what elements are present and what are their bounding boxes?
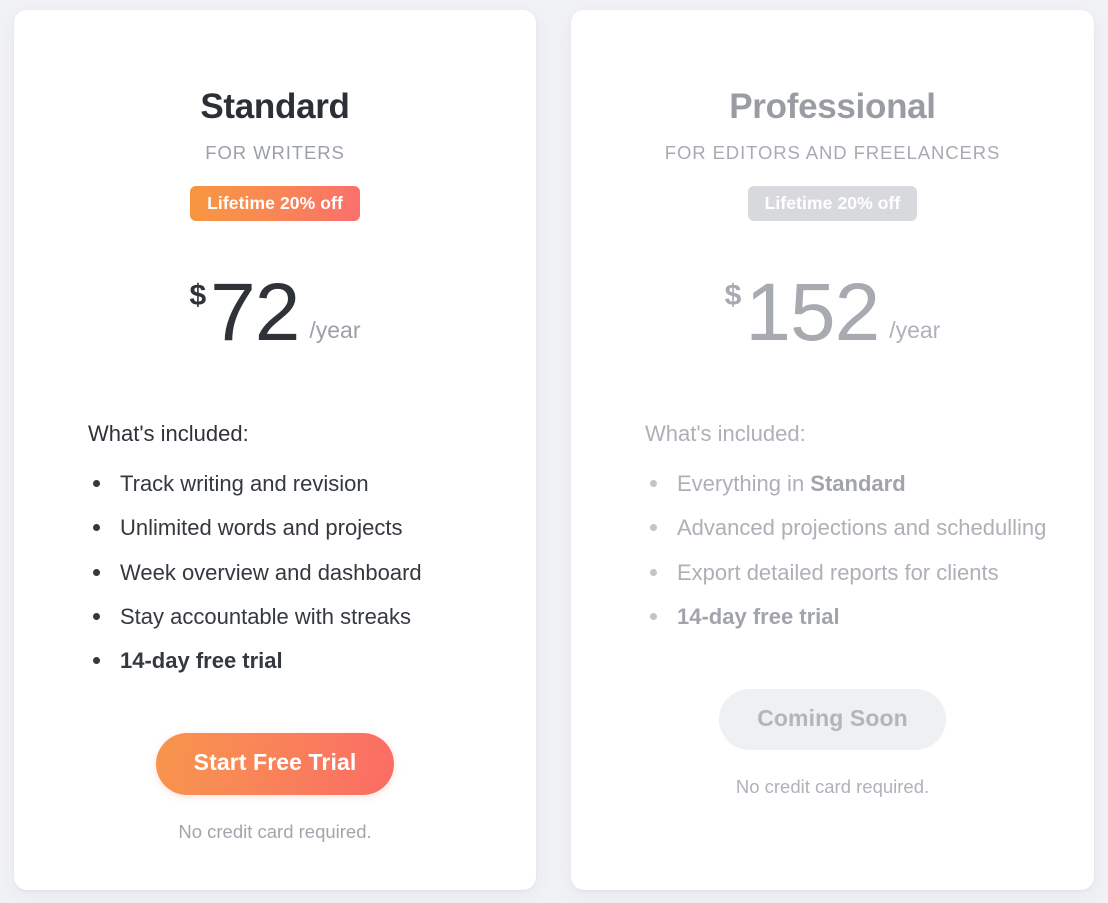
pricing-card-professional: Professional FOR EDITORS AND FREELANCERS…: [571, 10, 1094, 890]
feature-item: Track writing and revision: [88, 468, 490, 499]
cta-zone-standard: Start Free Trial No credit card required…: [14, 733, 536, 842]
feature-item-trial: 14-day free trial: [645, 601, 1047, 632]
discount-badge-standard: Lifetime 20% off: [190, 185, 360, 221]
pricing-plans-container: Standard FOR WRITERS Lifetime 20% off $ …: [0, 0, 1108, 903]
cta-note-standard: No credit card required.: [178, 820, 372, 842]
bullet-icon: [650, 480, 657, 488]
bullet-icon: [93, 657, 100, 665]
feature-item: Unlimited words and projects: [88, 512, 490, 543]
feature-text: Track writing and revision: [120, 471, 369, 497]
price-professional: $ 152 /year: [571, 253, 1094, 359]
price-currency-professional: $: [724, 278, 742, 312]
feature-text-emphasis: Standard: [810, 471, 906, 497]
bullet-icon: [650, 568, 657, 576]
feature-text: Export detailed reports for clients: [677, 559, 999, 585]
card-header-professional: Professional FOR EDITORS AND FREELANCERS…: [571, 10, 1094, 221]
plan-audience-standard: FOR WRITERS: [205, 141, 345, 163]
features-title-professional: What's included:: [645, 420, 806, 446]
plan-name-standard: Standard: [200, 87, 350, 126]
start-free-trial-button[interactable]: Start Free Trial: [155, 733, 395, 795]
feature-text: Everything in: [677, 471, 811, 497]
features-title-standard: What's included:: [88, 420, 249, 446]
bullet-icon: [93, 568, 100, 576]
price-period-professional: /year: [889, 316, 941, 343]
feature-item: Everything in Standard: [645, 468, 1047, 499]
feature-text: Week overview and dashboard: [120, 559, 422, 585]
feature-item: Advanced projections and schedulling: [645, 512, 1047, 543]
cta-zone-professional: Coming Soon No credit card required.: [571, 689, 1094, 798]
plan-audience-professional: FOR EDITORS AND FREELANCERS: [664, 141, 1001, 163]
pricing-card-standard: Standard FOR WRITERS Lifetime 20% off $ …: [14, 10, 536, 890]
feature-list-standard: Track writing and revision Unlimited wor…: [88, 468, 496, 676]
feature-item: Stay accountable with streaks: [88, 601, 490, 632]
cta-note-professional: No credit card required.: [735, 776, 930, 798]
discount-badge-professional: Lifetime 20% off: [747, 185, 918, 221]
feature-item: Export detailed reports for clients: [645, 557, 1047, 588]
bullet-icon: [93, 524, 100, 532]
price-currency-standard: $: [189, 278, 207, 312]
feature-item: Week overview and dashboard: [88, 557, 490, 588]
feature-list-professional: Everything in Standard Advanced projecti…: [645, 468, 1054, 632]
plan-name-professional: Professional: [729, 87, 936, 126]
price-period-standard: /year: [309, 316, 361, 343]
price-amount-professional: 152: [745, 267, 880, 359]
feature-text: Unlimited words and projects: [120, 515, 403, 541]
feature-text: 14-day free trial: [677, 603, 840, 629]
price-standard: $ 72 /year: [14, 253, 536, 359]
feature-text: Advanced projections and schedulling: [677, 515, 1047, 541]
feature-text: 14-day free trial: [120, 648, 283, 674]
bullet-icon: [93, 612, 100, 620]
bullet-icon: [93, 480, 100, 488]
bullet-icon: [650, 612, 657, 620]
feature-text: Stay accountable with streaks: [120, 603, 412, 629]
coming-soon-button: Coming Soon: [719, 689, 946, 751]
price-amount-standard: 72: [210, 267, 300, 359]
features-professional: What's included: Everything in Standard …: [571, 421, 1094, 632]
bullet-icon: [650, 524, 657, 532]
feature-item-trial: 14-day free trial: [88, 645, 490, 676]
card-header-standard: Standard FOR WRITERS Lifetime 20% off: [14, 10, 536, 221]
features-standard: What's included: Track writing and revis…: [14, 421, 536, 677]
